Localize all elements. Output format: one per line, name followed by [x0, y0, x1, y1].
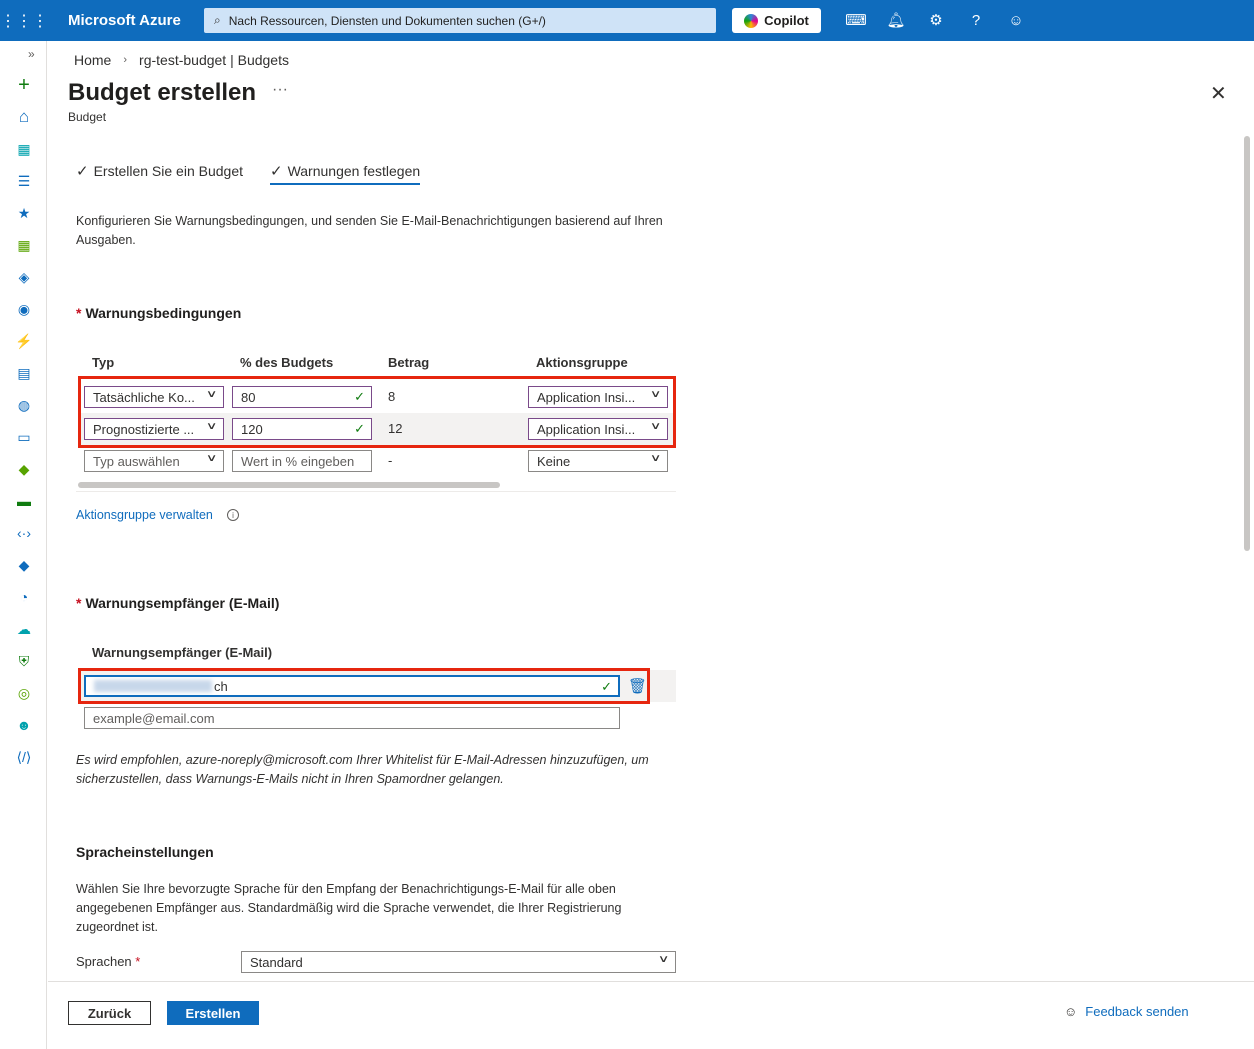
manage-action-group-link[interactable]: Aktionsgruppe verwalten — [76, 508, 213, 522]
type-dropdown[interactable]: Typ auswählen ∨ — [84, 450, 224, 472]
copilot-icon — [744, 13, 759, 28]
col-header-type: Typ — [92, 355, 115, 370]
dashboard-icon[interactable]: ▦ — [14, 139, 34, 159]
notifications-icon[interactable]: 🔔︎ — [886, 10, 906, 30]
percent-placeholder: Wert in % eingeben — [241, 453, 355, 469]
table-divider — [76, 491, 676, 492]
tab-set-alerts[interactable]: ✓ Warnungen festlegen — [270, 162, 421, 185]
copilot-button[interactable]: Copilot — [732, 8, 821, 33]
recipients-title: Warnungsempfänger (E-Mail) — [85, 595, 280, 611]
resource-groups-icon[interactable]: ◈ — [14, 267, 34, 287]
chevron-down-icon: ∨ — [649, 453, 662, 464]
feedback-link[interactable]: ☺ Feedback senden — [1064, 1004, 1189, 1019]
highlight-conditions-box — [78, 376, 676, 448]
close-icon[interactable]: ✕ — [1210, 81, 1227, 106]
help-icon[interactable]: ? — [966, 10, 986, 30]
defender-icon[interactable]: ⛨ — [14, 651, 34, 671]
all-services-icon[interactable]: ☰ — [14, 171, 34, 191]
language-label-text: Sprachen — [76, 954, 132, 969]
tab-label: Warnungen festlegen — [287, 163, 421, 179]
feedback-label: Feedback senden — [1085, 1004, 1189, 1019]
sql-database-icon[interactable]: ▤ — [14, 363, 34, 383]
chevron-down-icon: ∨ — [657, 954, 670, 965]
cloud-shell-icon[interactable]: ⌨ — [845, 10, 867, 30]
devops-icon[interactable]: ⟨/⟩ — [14, 747, 34, 767]
horizontal-scrollbar[interactable] — [78, 482, 500, 488]
virtual-machines-icon[interactable]: ▭ — [14, 427, 34, 447]
language-description: Wählen Sie Ihre bevorzugte Sprache für d… — [76, 882, 622, 934]
checkmark-icon: ✓ — [76, 163, 89, 180]
alert-conditions-title: Warnungsbedingungen — [85, 305, 242, 321]
page-title: Budget erstellen — [68, 79, 257, 106]
action-group-dropdown[interactable]: Keine ∨ — [528, 450, 668, 472]
chevron-down-icon: ∨ — [205, 453, 218, 464]
feedback-icon[interactable]: ☺ — [1006, 10, 1026, 30]
advisor-icon[interactable]: ☁ — [14, 619, 34, 639]
checkmark-icon: ✓ — [270, 163, 283, 180]
new-email-input[interactable]: example@email.com — [84, 707, 620, 729]
favorites-star-icon[interactable]: ★ — [14, 203, 34, 223]
page-subtitle: Budget — [68, 110, 107, 124]
back-button[interactable]: Zurück — [68, 1001, 151, 1025]
col-header-email: Warnungsempfänger (E-Mail) — [92, 645, 273, 660]
cost-management-icon[interactable]: ◎ — [14, 683, 34, 703]
app-launcher-icon[interactable]: ⋮⋮⋮ — [0, 0, 48, 41]
brand-title[interactable]: Microsoft Azure — [68, 12, 204, 29]
required-marker: * — [76, 305, 82, 321]
alert-conditions-heading: * Warnungsbedingungen — [76, 305, 241, 321]
create-resource-icon[interactable]: + — [14, 74, 34, 96]
load-balancer-icon[interactable]: ◆ — [14, 459, 34, 479]
main-content: Home › rg-test-budget | Budgets Budget e… — [48, 41, 1254, 1049]
app-services-icon[interactable]: ◉ — [14, 299, 34, 319]
col-header-action-group: Aktionsgruppe — [536, 355, 628, 370]
breadcrumb-budgets[interactable]: rg-test-budget | Budgets — [139, 52, 289, 68]
expand-nav-icon[interactable]: » — [28, 47, 35, 61]
help-support-icon[interactable]: ☻ — [14, 715, 34, 735]
email-placeholder: example@email.com — [93, 710, 215, 726]
feedback-icon: ☺ — [1064, 1004, 1078, 1019]
recipients-heading: * Warnungsempfänger (E-Mail) — [76, 595, 279, 611]
all-resources-icon[interactable]: ▦ — [14, 235, 34, 255]
vertical-scrollbar[interactable] — [1244, 136, 1250, 551]
global-search-input[interactable]: ⌕ Nach Ressourcen, Diensten und Dokument… — [204, 8, 716, 33]
col-header-amount: Betrag — [388, 355, 430, 370]
virtual-networks-icon[interactable]: ‹·› — [14, 523, 34, 543]
storage-accounts-icon[interactable]: ▬ — [14, 491, 34, 511]
language-heading: Spracheinstellungen — [76, 844, 214, 860]
cosmos-db-icon[interactable]: ◍ — [14, 395, 34, 415]
monitor-icon[interactable]: ◔ — [14, 587, 34, 607]
top-bar: ⋮⋮⋮ Microsoft Azure ⌕ Nach Ressourcen, D… — [0, 0, 1254, 41]
copilot-label: Copilot — [764, 13, 809, 28]
language-value: Standard — [250, 954, 303, 970]
search-icon: ⌕ — [214, 13, 221, 27]
type-placeholder: Typ auswählen — [93, 453, 180, 469]
tab-label: Erstellen Sie ein Budget — [93, 163, 244, 179]
entra-id-icon[interactable]: ◆ — [14, 555, 34, 575]
more-options-icon[interactable]: ··· — [272, 81, 288, 99]
breadcrumb: Home › rg-test-budget | Budgets — [74, 52, 289, 68]
tab-create-budget[interactable]: ✓ Erstellen Sie ein Budget — [76, 162, 243, 180]
required-marker: * — [76, 595, 82, 611]
create-button[interactable]: Erstellen — [167, 1001, 259, 1025]
whitelist-hint: Es wird empfohlen, azure-noreply@microso… — [76, 753, 649, 786]
left-nav: » + ⌂ ▦ ☰ ★ ▦ ◈ ◉ ⚡ ▤ ◍ ▭ ◆ ▬ ‹·› ◆ ◔ ☁ … — [0, 41, 47, 1049]
settings-gear-icon[interactable]: ⚙ — [926, 10, 946, 30]
home-icon[interactable]: ⌂ — [14, 107, 34, 127]
percent-input[interactable]: Wert in % eingeben — [232, 450, 372, 472]
action-group-value: Keine — [537, 453, 571, 469]
required-marker: * — [135, 954, 141, 969]
language-dropdown[interactable]: Standard ∨ — [241, 951, 676, 973]
amount-value: - — [388, 453, 393, 468]
highlight-email-box — [78, 668, 650, 704]
breadcrumb-separator-icon: › — [123, 54, 128, 66]
language-label: Sprachen * — [76, 954, 144, 969]
info-icon[interactable]: i — [227, 509, 239, 521]
col-header-percent: % des Budgets — [240, 355, 334, 370]
breadcrumb-home[interactable]: Home — [74, 52, 111, 68]
intro-text: Konfigurieren Sie Warnungsbedingungen, u… — [76, 214, 663, 247]
function-app-icon[interactable]: ⚡ — [14, 331, 34, 351]
search-placeholder: Nach Ressourcen, Diensten und Dokumenten… — [228, 13, 546, 28]
